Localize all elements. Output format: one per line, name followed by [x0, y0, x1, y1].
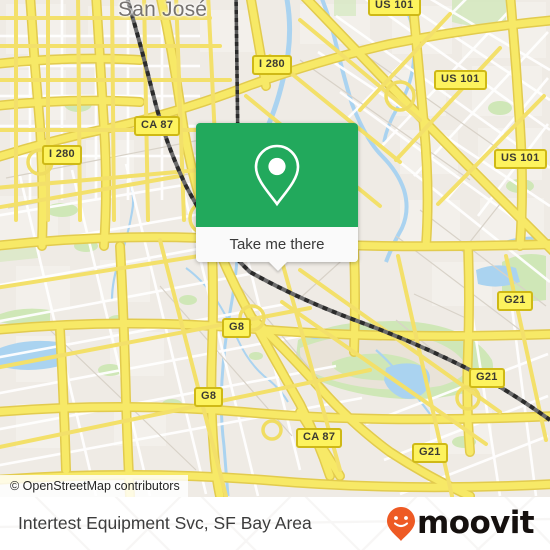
popup-pointer-tail [268, 261, 288, 271]
take-me-there-label: Take me there [229, 236, 325, 253]
highway-shield: CA 87 [296, 428, 343, 448]
osm-attribution[interactable]: © OpenStreetMap contributors [0, 475, 188, 497]
moovit-logo[interactable]: moovit [386, 505, 535, 542]
bottom-info-bar: Intertest Equipment Svc, SF Bay Area moo… [0, 497, 550, 550]
highway-shield: CA 87 [134, 116, 181, 136]
highway-shield: US 101 [494, 149, 547, 169]
moovit-wordmark: moovit [417, 505, 535, 541]
highway-shield: I 280 [42, 145, 82, 165]
map-canvas[interactable]: San José US 101 I 280 US 101 CA 87 I 280 US 1… [0, 0, 550, 497]
place-name-label: Intertest Equipment Svc, SF Bay Area [18, 513, 312, 533]
highway-shield: I 280 [252, 55, 292, 75]
popup-card-header [196, 123, 358, 227]
highway-shield: G8 [194, 387, 224, 407]
highway-shield: G21 [412, 443, 448, 463]
highway-shield: G21 [497, 291, 533, 311]
highway-shield: G21 [469, 368, 505, 388]
highway-shield: US 101 [434, 70, 487, 90]
location-popup-card[interactable]: Take me there [196, 123, 358, 271]
moovit-smile-pin-icon [387, 506, 416, 541]
map-pin-icon [254, 144, 300, 207]
highway-shield: G8 [222, 318, 252, 338]
take-me-there-button[interactable]: Take me there [196, 227, 358, 271]
highway-shield: US 101 [368, 0, 421, 16]
city-label-san-jose: San José [118, 0, 208, 21]
map-screenshot: San José US 101 I 280 US 101 CA 87 I 280 US 1… [0, 0, 550, 550]
